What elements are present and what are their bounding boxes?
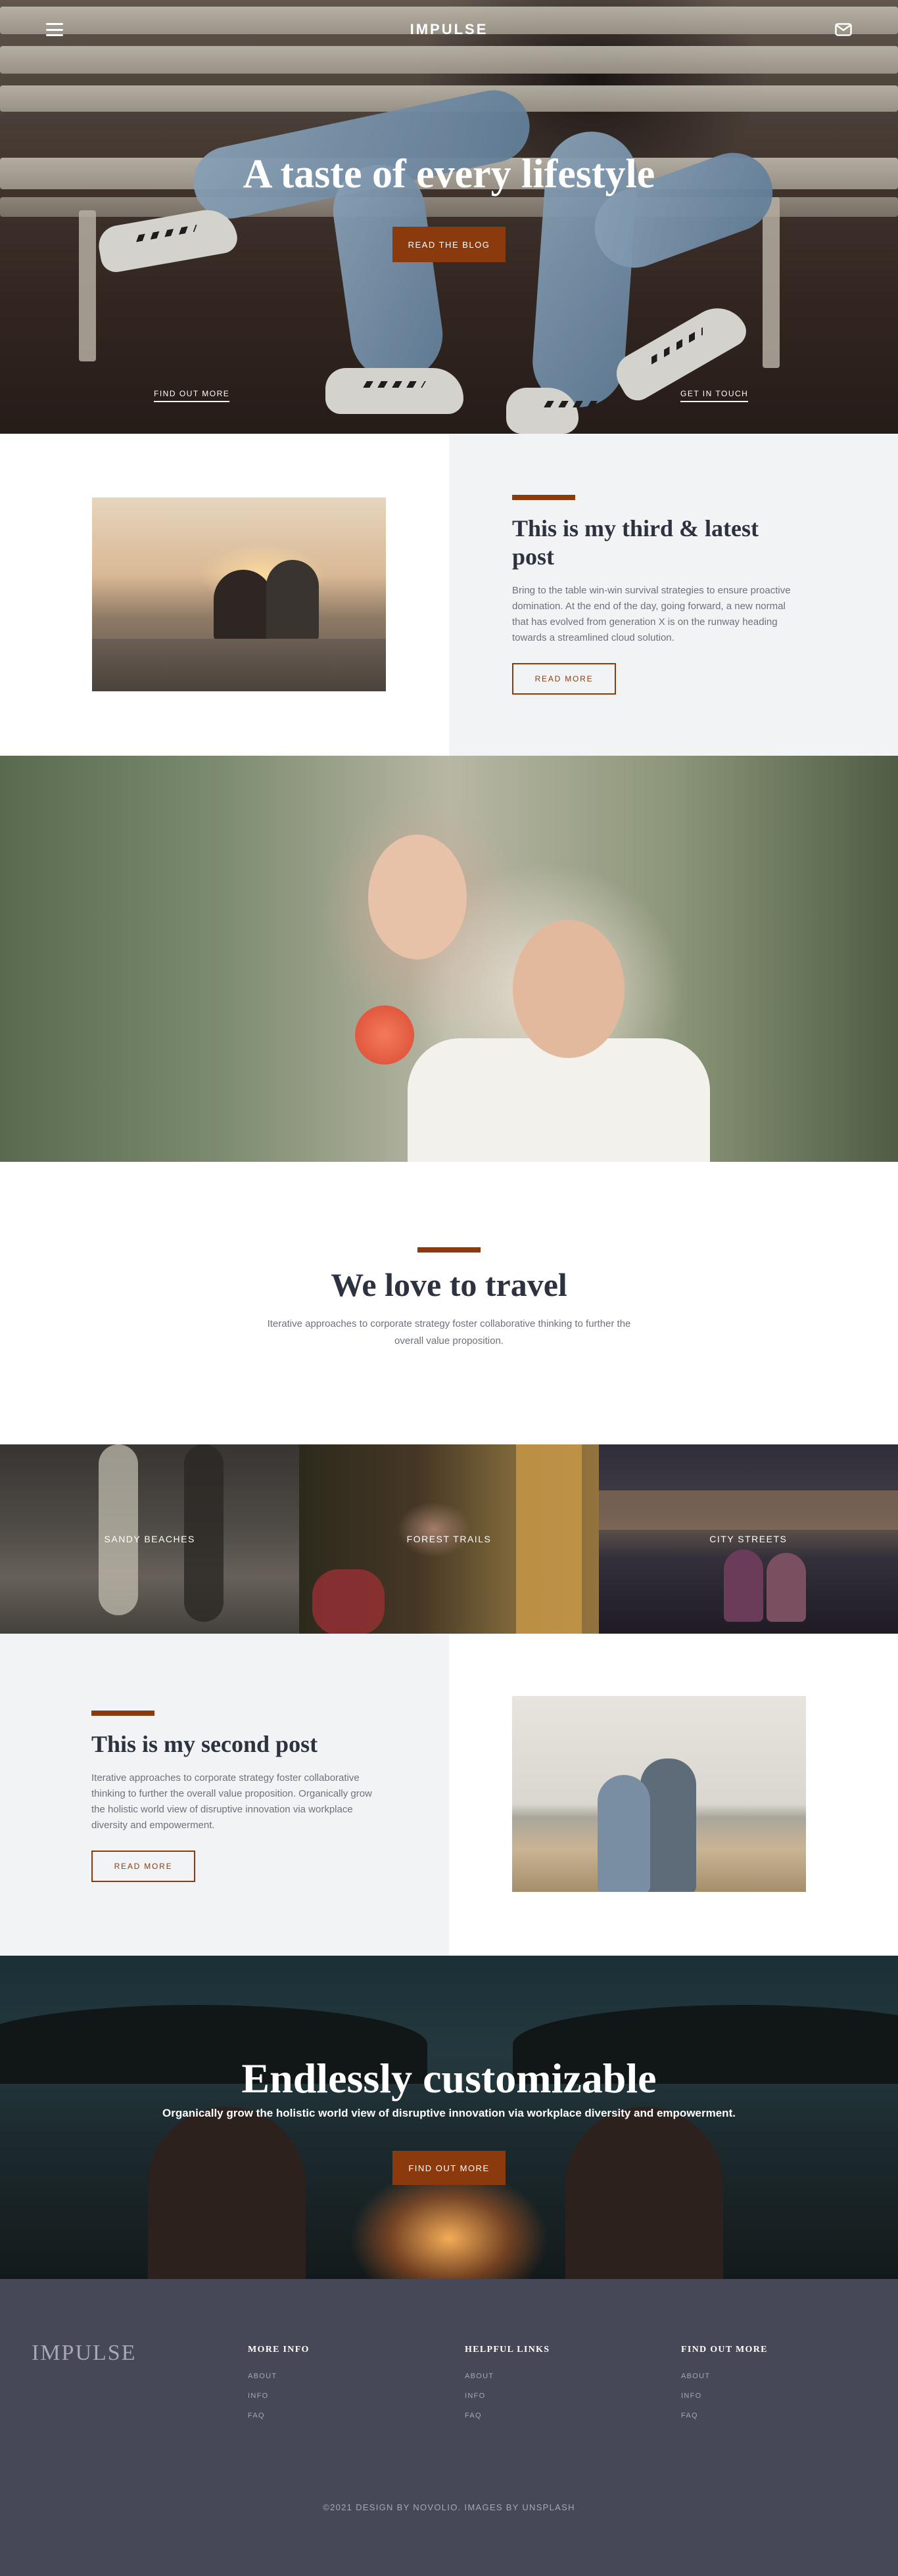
site-logo[interactable]: IMPULSE [410, 21, 488, 38]
footer-column-find-out-more: FIND OUT MORE ABOUT INFO FAQ [681, 2345, 768, 2420]
latest-post-title[interactable]: This is my third & latest post [512, 515, 801, 571]
hero-title: A taste of every lifestyle [243, 152, 655, 196]
tile-forest-trails[interactable]: FOREST TRAILS [299, 1444, 599, 1634]
top-navbar: IMPULSE [0, 0, 898, 59]
travel-tiles: SANDY BEACHES FOREST TRAILS CITY STREETS [0, 1444, 898, 1634]
hamburger-menu-icon[interactable] [46, 23, 63, 36]
latest-post-image [92, 497, 386, 691]
read-more-button[interactable]: READ MORE [91, 1851, 195, 1883]
cta-subtitle: Organically grow the holistic world view… [162, 2107, 736, 2119]
footer-logo[interactable]: IMPULSE [32, 2341, 136, 2366]
footer-link-about[interactable]: ABOUT [681, 2372, 768, 2380]
footer-column-heading: FIND OUT MORE [681, 2345, 768, 2355]
tile-label: SANDY BEACHES [104, 1534, 195, 1544]
second-post-image-column [449, 1634, 898, 1956]
second-post-image [512, 1696, 806, 1892]
footer-link-info[interactable]: INFO [681, 2392, 768, 2400]
footer-column-helpful-links: HELPFUL LINKS ABOUT INFO FAQ [465, 2345, 550, 2420]
travel-subtitle: Iterative approaches to corporate strate… [267, 1318, 631, 1346]
tile-label: CITY STREETS [709, 1534, 788, 1544]
footer-link-about[interactable]: ABOUT [248, 2372, 310, 2380]
accent-bar [417, 1247, 481, 1253]
second-post-title[interactable]: This is my second post [91, 1730, 387, 1759]
tile-sandy-beaches[interactable]: SANDY BEACHES [0, 1444, 300, 1634]
footer-link-about[interactable]: ABOUT [465, 2372, 550, 2380]
footer-link-faq[interactable]: FAQ [248, 2412, 310, 2420]
accent-bar [512, 495, 575, 500]
footer-column-heading: MORE INFO [248, 2345, 310, 2355]
second-post-excerpt: Iterative approaches to corporate strate… [91, 1772, 372, 1831]
hero-section: IMPULSE A taste of every lifestyle READ … [0, 0, 898, 434]
travel-title: We love to travel [331, 1266, 567, 1303]
copyright-text: ©2021 DESIGN BY NOVOLIO. IMAGES BY UNSPL… [323, 2502, 575, 2512]
travel-intro-section: We love to travel Iterative approaches t… [0, 1162, 898, 1444]
read-more-button[interactable]: READ MORE [512, 663, 616, 695]
second-post-section: This is my second post Iterative approac… [0, 1634, 898, 1956]
latest-post-section: This is my third & latest post Bring to … [0, 434, 898, 756]
accent-bar [91, 1711, 154, 1716]
footer-link-faq[interactable]: FAQ [465, 2412, 550, 2420]
footer-link-info[interactable]: INFO [248, 2392, 310, 2400]
footer-link-info[interactable]: INFO [465, 2392, 550, 2400]
couple-banner-image [0, 756, 898, 1162]
cta-title: Endlessly customizable [241, 2055, 657, 2102]
cta-section: Endlessly customizable Organically grow … [0, 1956, 898, 2279]
find-out-more-link[interactable]: FIND OUT MORE [154, 389, 230, 402]
tile-city-streets[interactable]: CITY STREETS [598, 1444, 898, 1634]
get-in-touch-link[interactable]: GET IN TOUCH [680, 389, 749, 402]
footer-column-heading: HELPFUL LINKS [465, 2345, 550, 2355]
read-the-blog-button[interactable]: READ THE BLOG [392, 227, 506, 262]
footer-link-faq[interactable]: FAQ [681, 2412, 768, 2420]
latest-post-text-column: This is my third & latest post Bring to … [449, 434, 898, 756]
tile-label: FOREST TRAILS [406, 1534, 492, 1544]
mail-icon[interactable] [835, 23, 852, 36]
find-out-more-button[interactable]: FIND OUT MORE [392, 2151, 506, 2185]
second-post-text-column: This is my second post Iterative approac… [0, 1634, 449, 1956]
footer-column-more-info: MORE INFO ABOUT INFO FAQ [248, 2345, 310, 2420]
site-footer: IMPULSE MORE INFO ABOUT INFO FAQ HELPFUL… [0, 2279, 898, 2576]
latest-post-image-column [0, 434, 449, 756]
latest-post-excerpt: Bring to the table win-win survival stra… [512, 585, 791, 644]
